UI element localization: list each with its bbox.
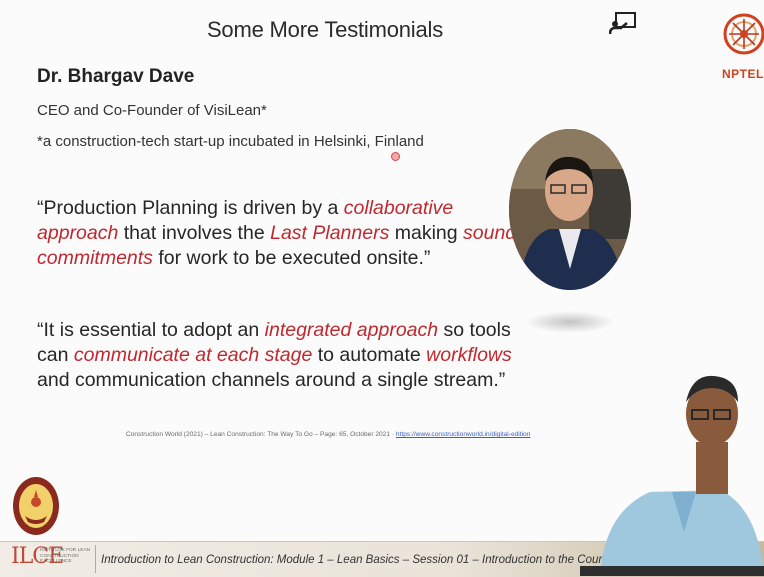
quote-text: for work to be executed onsite.”: [152, 247, 431, 269]
laser-pointer-dot: [391, 152, 400, 161]
quote-text: “It is essential to adopt an: [37, 319, 265, 341]
footer-divider: [95, 545, 96, 573]
nptel-logo: [723, 13, 764, 55]
person-photo: [509, 129, 631, 290]
iit-madras-seal: [13, 477, 59, 535]
citation-link[interactable]: https://www.constructionworld.in/digital…: [396, 431, 531, 438]
quote-highlight: integrated approach: [264, 319, 439, 341]
person-name: Dr. Bhargav Dave: [37, 66, 195, 87]
photo-shadow: [525, 311, 615, 333]
quote-highlight: communicate at each stage: [73, 344, 313, 366]
quote-text: and communication channels around a sing…: [37, 369, 506, 391]
nptel-label: NPTEL: [722, 67, 764, 81]
person-role: CEO and Co-Founder of VisiLean*: [37, 102, 267, 119]
quote-highlight: Last Planners: [270, 222, 390, 244]
course-title: Introduction to Lean Construction: Modul…: [101, 554, 615, 566]
citation-text: Construction World (2021) – Lean Constru…: [126, 431, 396, 438]
quote-text: making: [389, 222, 464, 244]
quote-text: that involves the: [118, 222, 271, 244]
quote-text: “Production Planning is driven by a: [37, 197, 344, 219]
quote-highlight: workflows: [426, 344, 512, 366]
presentation-screen-icon[interactable]: [609, 11, 637, 35]
testimonial-quote-1: “Production Planning is driven by a coll…: [37, 196, 517, 271]
company-footnote: *a construction-tech start-up incubated …: [37, 133, 424, 150]
ilce-caption: INSTITUTE FOR LEAN CONSTRUCTION EXCELLEN…: [40, 548, 91, 565]
slide-title: Some More Testimonials: [206, 17, 444, 42]
presenter-video-overlay: [580, 375, 764, 576]
quote-text: to automate: [312, 344, 427, 366]
source-citation: Construction World (2021) – Lean Constru…: [126, 431, 530, 438]
testimonial-quote-2: “It is essential to adopt an integrated …: [37, 318, 517, 393]
